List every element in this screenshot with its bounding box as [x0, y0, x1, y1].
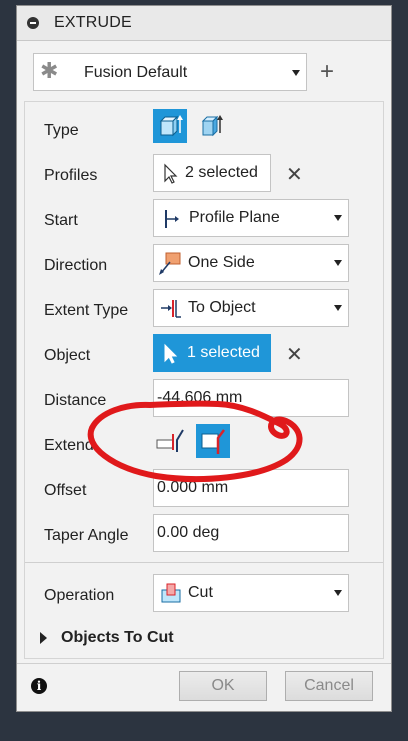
taper-angle-value: 0.00 deg: [157, 524, 220, 541]
extend-minimum-icon: [156, 429, 184, 452]
object-selector[interactable]: 1 selected: [153, 334, 271, 372]
extend-faces-icon: [201, 429, 225, 454]
operation-label: Operation: [44, 587, 115, 604]
profiles-value: 2 selected: [185, 164, 258, 181]
chevron-down-icon: [334, 260, 342, 266]
profile-plane-icon: [165, 210, 179, 228]
thin-extrude-icon: [201, 115, 223, 137]
chevron-down-icon: [292, 70, 300, 76]
preset-value: Fusion Default: [84, 64, 188, 81]
preset-dropdown[interactable]: ✱ Fusion Default: [33, 53, 307, 91]
object-label: Object: [44, 347, 91, 364]
distance-value: -44.606 mm: [157, 389, 243, 406]
taper-angle-input[interactable]: 0.00 deg: [153, 514, 349, 552]
cancel-button[interactable]: Cancel: [285, 671, 373, 701]
offset-label: Offset: [44, 482, 87, 499]
offset-input[interactable]: 0.000 mm: [153, 469, 349, 507]
extent-type-value: To Object: [188, 299, 256, 316]
asterisk-icon: ✱: [40, 58, 59, 83]
chevron-down-icon: [334, 305, 342, 311]
divider: [25, 562, 383, 563]
object-value: 1 selected: [187, 344, 260, 361]
cut-operation-icon: [161, 583, 181, 603]
distance-input[interactable]: -44.606 mm: [153, 379, 349, 417]
extend-minimum-button[interactable]: [153, 424, 187, 458]
cursor-arrow-icon: [164, 163, 178, 184]
start-value: Profile Plane: [189, 209, 280, 226]
extend-faces-button[interactable]: [196, 424, 230, 458]
expand-triangle-icon: [40, 632, 47, 644]
clear-profiles-icon[interactable]: ✕: [286, 165, 303, 185]
objects-to-cut-label: Objects To Cut: [61, 629, 174, 646]
extent-type-dropdown[interactable]: To Object: [153, 289, 349, 327]
chevron-down-icon: [334, 590, 342, 596]
one-side-direction-icon: [159, 252, 181, 275]
info-icon[interactable]: i: [31, 678, 47, 694]
dialog-titlebar[interactable]: EXTRUDE: [17, 6, 391, 41]
taper-angle-label: Taper Angle: [44, 527, 129, 544]
footer-divider: [17, 663, 391, 664]
parameters-panel: Type Profiles 2 selected ✕ Start Profile…: [24, 101, 384, 659]
collapse-icon[interactable]: [27, 17, 39, 29]
dialog-title: EXTRUDE: [54, 14, 132, 31]
direction-dropdown[interactable]: One Side: [153, 244, 349, 282]
solid-extrude-icon: [159, 115, 183, 137]
direction-label: Direction: [44, 257, 108, 274]
to-object-icon: [161, 300, 181, 318]
offset-value: 0.000 mm: [157, 479, 229, 496]
extent-type-label: Extent Type: [44, 302, 129, 319]
clear-object-icon[interactable]: ✕: [286, 345, 303, 365]
objects-to-cut-section[interactable]: Objects To Cut: [35, 627, 335, 651]
type-label: Type: [44, 122, 79, 139]
operation-dropdown[interactable]: Cut: [153, 574, 349, 612]
type-thin-extrude-button[interactable]: [195, 109, 229, 143]
ok-button[interactable]: OK: [179, 671, 267, 701]
extrude-dialog: EXTRUDE ✱ Fusion Default + Type Profiles…: [16, 5, 392, 712]
extend-label: Extend: [44, 437, 94, 454]
start-dropdown[interactable]: Profile Plane: [153, 199, 349, 237]
cursor-arrow-icon: [164, 343, 178, 364]
operation-value: Cut: [188, 584, 213, 601]
profiles-selector[interactable]: 2 selected: [153, 154, 271, 192]
distance-label: Distance: [44, 392, 107, 409]
plus-icon[interactable]: +: [320, 60, 334, 84]
type-solid-extrude-button[interactable]: [153, 109, 187, 143]
chevron-down-icon: [334, 215, 342, 221]
profiles-label: Profiles: [44, 167, 98, 184]
start-label: Start: [44, 212, 78, 229]
direction-value: One Side: [188, 254, 255, 271]
